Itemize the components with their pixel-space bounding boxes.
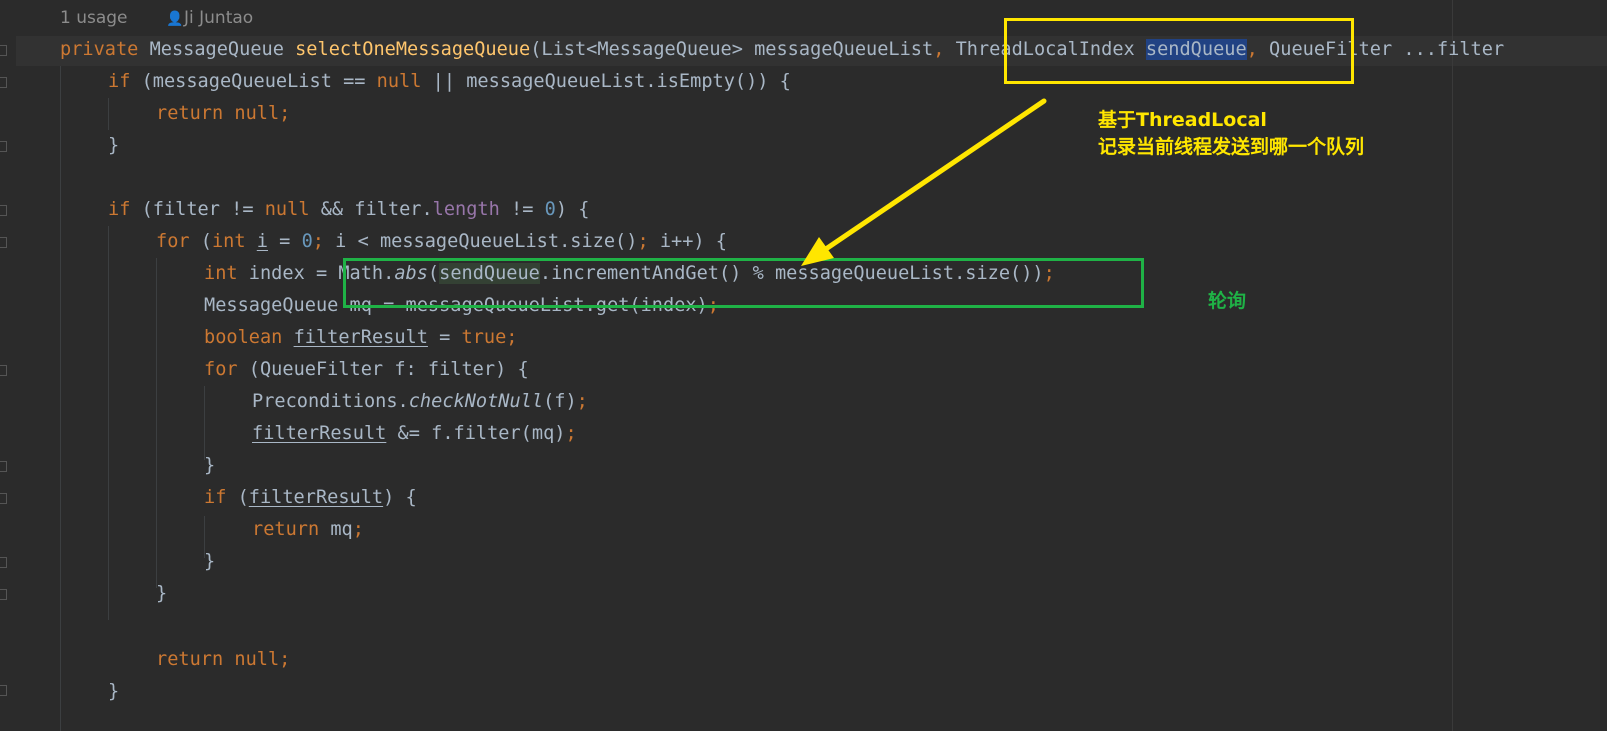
polling-note: 轮询 — [1208, 290, 1247, 312]
threadlocal-note: 基于ThreadLocal 记录当前线程发送到哪一个队列 — [1098, 107, 1364, 161]
threadlocal-note-line2: 记录当前线程发送到哪一个队列 — [1098, 136, 1365, 158]
arrow-line — [817, 98, 1047, 256]
threadlocal-note-line1: 基于ThreadLocal — [1098, 109, 1267, 131]
annotation-arrow — [801, 98, 1047, 266]
arrow-head-icon — [801, 237, 834, 266]
